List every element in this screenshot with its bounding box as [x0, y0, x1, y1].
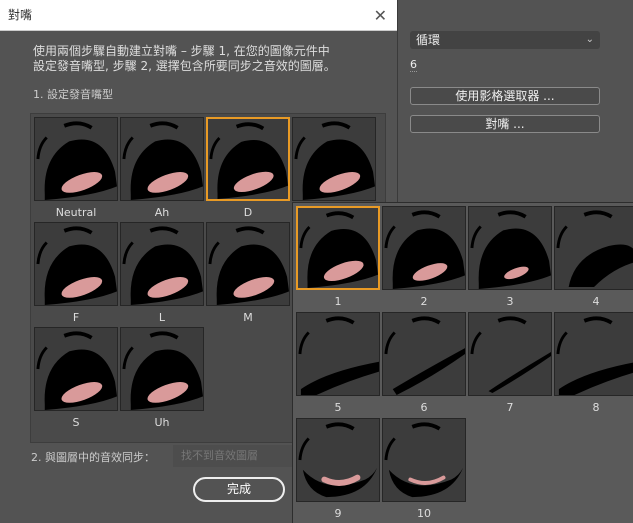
dialog-title: 對嘴: [8, 8, 33, 22]
viseme-label: Neutral: [55, 206, 97, 219]
viseme-cell[interactable]: F: [34, 222, 118, 325]
frame-cell[interactable]: 5: [296, 312, 380, 415]
mouth-thumbnail[interactable]: [296, 312, 380, 396]
done-button[interactable]: 完成: [193, 477, 285, 502]
viseme-label: L: [158, 311, 166, 324]
mouth-thumbnail[interactable]: [292, 117, 376, 201]
frame-label: 2: [420, 295, 428, 308]
mouth-thumbnail[interactable]: [468, 206, 552, 290]
mouth-thumbnail[interactable]: [296, 418, 380, 502]
lipsync-button[interactable]: 對嘴 ...: [410, 115, 600, 133]
mouth-thumbnail[interactable]: [34, 327, 118, 411]
mouth-thumbnail[interactable]: [382, 312, 466, 396]
frame-cell[interactable]: 8: [554, 312, 633, 415]
frame-cell[interactable]: 2: [382, 206, 466, 309]
mouth-thumbnail[interactable]: [296, 206, 380, 290]
viseme-cell[interactable]: S: [34, 327, 118, 430]
viseme-cell[interactable]: L: [120, 222, 204, 325]
loop-dropdown[interactable]: 循環 ⌄: [410, 31, 600, 49]
mouth-thumbnail[interactable]: [382, 206, 466, 290]
viseme-label: M: [243, 311, 253, 324]
audio-layer-select[interactable]: 找不到音效圖層: [173, 445, 298, 467]
frame-picker-button[interactable]: 使用影格選取器 ...: [410, 87, 600, 105]
mouth-thumbnail[interactable]: [120, 327, 204, 411]
viseme-cell[interactable]: Ah: [120, 117, 204, 220]
viseme-cell[interactable]: Neutral: [34, 117, 118, 220]
viseme-cell[interactable]: D: [206, 117, 290, 220]
description-line: 使用兩個步驟自動建立對嘴 – 步驟 1, 在您的圖像元件中: [33, 44, 330, 58]
step2-label: 2. 與圖層中的音效同步：: [31, 451, 155, 464]
mouth-thumbnail[interactable]: [554, 206, 633, 290]
dialog-titlebar: 對嘴 ✕: [0, 0, 397, 31]
frame-label: 9: [334, 507, 342, 520]
mouth-thumbnail[interactable]: [468, 312, 552, 396]
mouth-thumbnail[interactable]: [120, 222, 204, 306]
frame-picker-popup: 1 2 3 4 5 6 7 8 9 10: [292, 202, 633, 523]
frame-label: 6: [420, 401, 428, 414]
frame-label: 10: [417, 507, 431, 520]
viseme-label: Ah: [154, 206, 170, 219]
frame-cell[interactable]: 6: [382, 312, 466, 415]
frame-label: 3: [506, 295, 514, 308]
frame-label: 5: [334, 401, 342, 414]
description-line: 設定發音嘴型, 步驟 2, 選擇包含所要同步之音效的圖層。: [33, 59, 336, 73]
close-icon[interactable]: ✕: [374, 0, 387, 31]
viseme-label: D: [243, 206, 253, 219]
mouth-thumbnail[interactable]: [382, 418, 466, 502]
frame-label: 4: [592, 295, 600, 308]
frame-cell[interactable]: 1: [296, 206, 380, 309]
dialog-description: 使用兩個步驟自動建立對嘴 – 步驟 1, 在您的圖像元件中 設定發音嘴型, 步驟 …: [33, 44, 336, 74]
viseme-cell[interactable]: Uh: [120, 327, 204, 430]
viseme-label: Uh: [154, 416, 170, 429]
frame-cell[interactable]: 10: [382, 418, 466, 521]
frame-label: 7: [506, 401, 514, 414]
chevron-down-icon: ⌄: [585, 34, 594, 45]
viseme-label: F: [72, 311, 80, 324]
mouth-thumbnail[interactable]: [34, 222, 118, 306]
mouth-thumbnail[interactable]: [206, 222, 290, 306]
frame-cell[interactable]: 7: [468, 312, 552, 415]
loop-value: 循環: [416, 33, 441, 47]
step1-label: 1. 設定發音嘴型: [33, 88, 113, 101]
mouth-thumbnail[interactable]: [120, 117, 204, 201]
frame-cell[interactable]: 3: [468, 206, 552, 309]
frame-label: 1: [334, 295, 342, 308]
mouth-thumbnail[interactable]: [206, 117, 290, 201]
frame-cell[interactable]: 4: [554, 206, 633, 309]
viseme-label: S: [72, 416, 80, 429]
frame-value[interactable]: 6: [410, 58, 417, 72]
mouth-thumbnail[interactable]: [34, 117, 118, 201]
mouth-thumbnail[interactable]: [554, 312, 633, 396]
viseme-cell[interactable]: M: [206, 222, 290, 325]
frame-cell[interactable]: 9: [296, 418, 380, 521]
frame-label: 8: [592, 401, 600, 414]
